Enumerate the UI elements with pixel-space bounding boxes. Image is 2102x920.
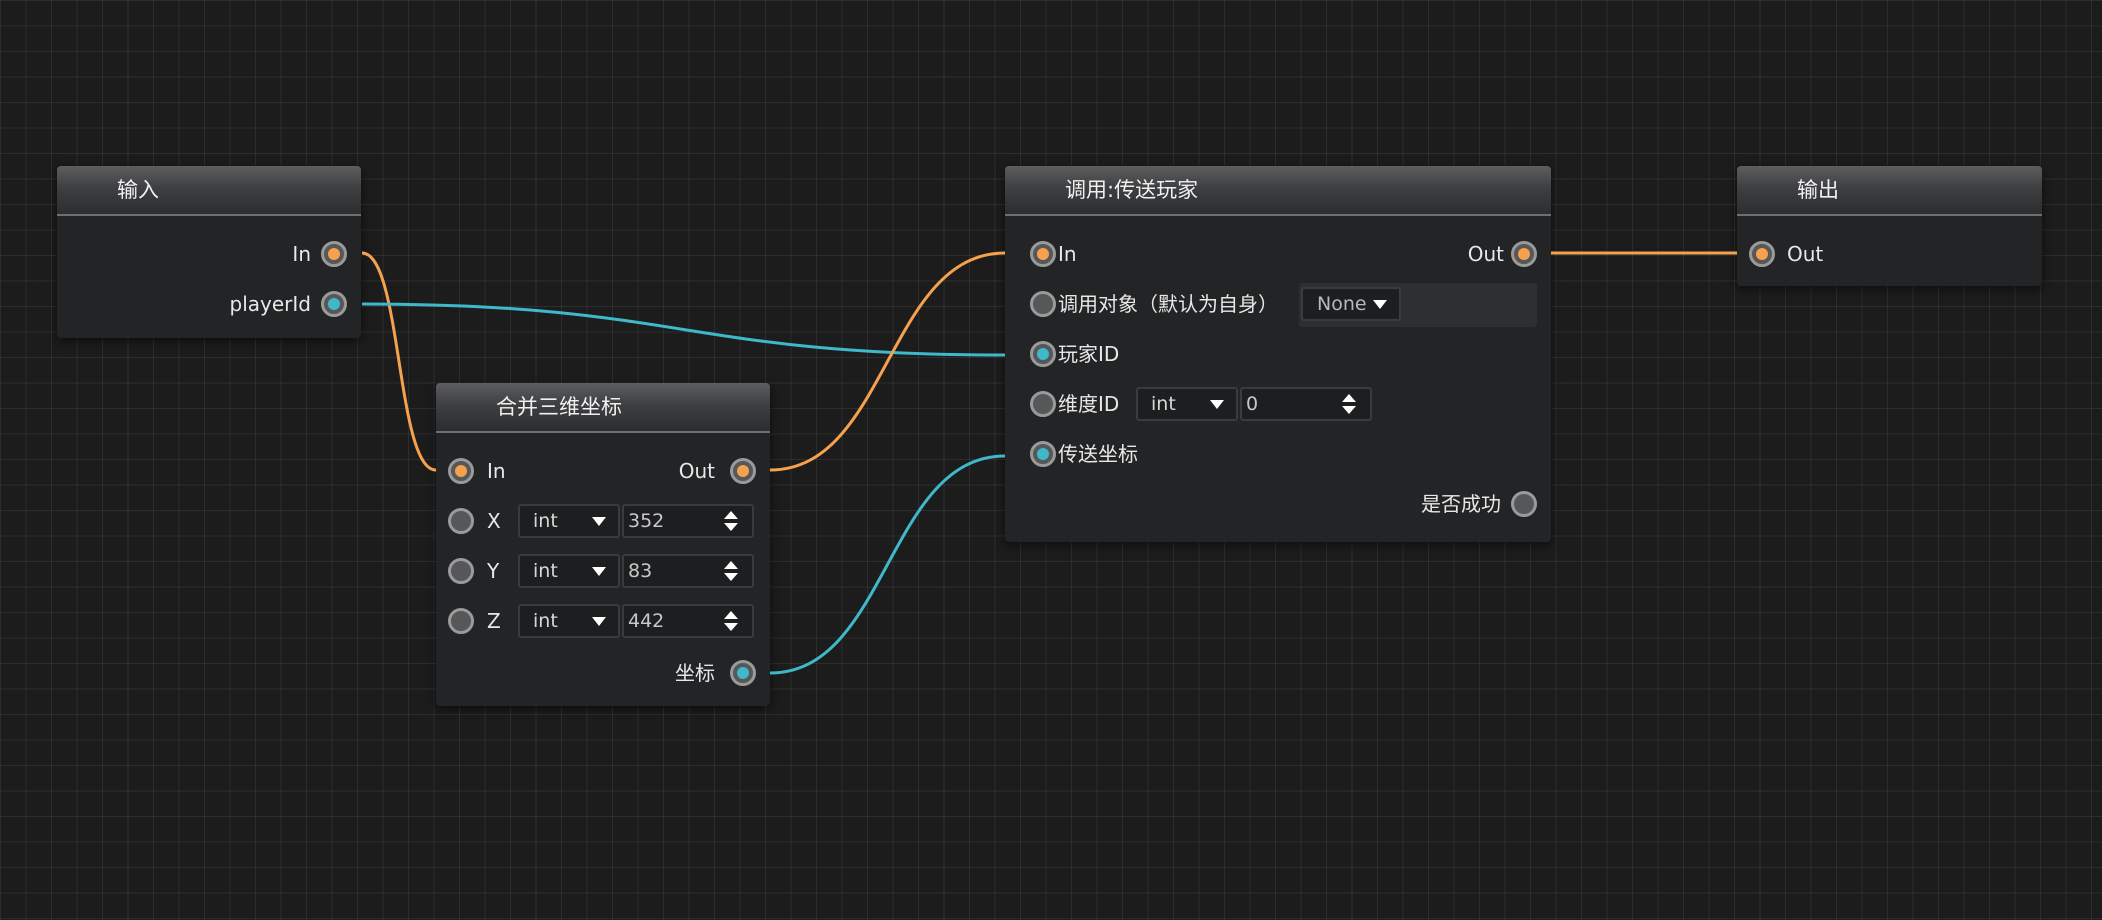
merge-row-y: Y int 83 [436, 551, 770, 591]
node-input[interactable]: 输入 In playerId [57, 166, 361, 338]
merge-in-label: In [487, 459, 506, 483]
call-target-port[interactable] [1030, 291, 1056, 317]
call-out-label: Out [1467, 242, 1504, 266]
chevron-down-icon [1373, 300, 1387, 309]
merge-x-value-input[interactable]: 352 [622, 504, 754, 538]
merge-coord-label: 坐标 [675, 661, 715, 685]
chevron-down-icon [1210, 400, 1224, 409]
merge-z-value: 442 [628, 610, 665, 632]
input-playerid-label: playerId [229, 292, 311, 316]
merge-row-io: In Out [436, 451, 770, 491]
call-target-select[interactable]: None [1301, 287, 1401, 321]
node-merge-title[interactable]: 合并三维坐标 [436, 383, 770, 433]
call-teleport-label: 传送坐标 [1058, 442, 1138, 466]
node-merge-coords[interactable]: 合并三维坐标 In Out X int 352 Y int 83 Z int 4… [436, 383, 770, 706]
input-row-in: In [57, 234, 361, 274]
merge-x-port[interactable] [448, 508, 474, 534]
input-in-label: In [292, 242, 311, 266]
merge-z-label: Z [487, 609, 501, 633]
merge-out-port[interactable] [730, 458, 756, 484]
call-dim-value-input[interactable]: 0 [1240, 387, 1372, 421]
call-row-teleport: 传送坐标 [1005, 434, 1551, 474]
node-call-teleport[interactable]: 调用:传送玩家 In Out 调用对象（默认为自身） None 玩家ID 维度I… [1005, 166, 1551, 542]
call-row-player: 玩家ID [1005, 334, 1551, 374]
chevron-down-icon [592, 517, 606, 526]
merge-row-coord: 坐标 [436, 653, 770, 693]
wire-input-in-to-merge-in[interactable] [361, 251, 437, 472]
call-row-dim: 维度ID int 0 [1005, 384, 1551, 424]
output-row-in: Out [1737, 234, 2042, 274]
call-out-port[interactable] [1511, 241, 1537, 267]
call-success-port[interactable] [1511, 491, 1537, 517]
node-output-title[interactable]: 输出 [1737, 166, 2042, 216]
merge-coord-port[interactable] [730, 660, 756, 686]
merge-y-type-select[interactable]: int [518, 554, 620, 588]
call-target-combo[interactable]: None [1299, 283, 1537, 327]
merge-y-value-input[interactable]: 83 [622, 554, 754, 588]
call-in-port[interactable] [1030, 241, 1056, 267]
merge-y-label: Y [487, 559, 500, 583]
output-in-label: Out [1787, 242, 1824, 266]
spinner-icon[interactable] [1342, 394, 1356, 414]
call-row-target: 调用对象（默认为自身） None [1005, 283, 1551, 327]
merge-x-value: 352 [628, 510, 665, 532]
wire-merge-coord-to-call-teleport[interactable] [769, 454, 1006, 675]
call-target-label: 调用对象（默认为自身） [1058, 292, 1278, 316]
output-in-port[interactable] [1749, 241, 1775, 267]
merge-z-port[interactable] [448, 608, 474, 634]
input-row-playerid: playerId [57, 284, 361, 324]
merge-z-type-value: int [533, 610, 558, 632]
wire-merge-out-to-call-in[interactable] [769, 251, 1006, 472]
spinner-icon[interactable] [724, 561, 738, 581]
spinner-icon[interactable] [724, 511, 738, 531]
merge-y-port[interactable] [448, 558, 474, 584]
merge-z-value-input[interactable]: 442 [622, 604, 754, 638]
merge-y-value: 83 [628, 560, 653, 582]
call-dim-type-select[interactable]: int [1136, 387, 1238, 421]
merge-x-label: X [487, 509, 501, 533]
wire-playerid-to-call-player[interactable] [361, 302, 1006, 357]
call-row-io: In Out [1005, 234, 1551, 274]
merge-row-z: Z int 442 [436, 601, 770, 641]
call-row-success: 是否成功 [1005, 484, 1551, 524]
merge-y-type-value: int [533, 560, 558, 582]
call-player-port[interactable] [1030, 341, 1056, 367]
merge-x-type-value: int [533, 510, 558, 532]
call-dim-port[interactable] [1030, 391, 1056, 417]
node-output[interactable]: 输出 Out [1737, 166, 2042, 286]
node-input-title[interactable]: 输入 [57, 166, 361, 216]
chevron-down-icon [592, 617, 606, 626]
merge-in-port[interactable] [448, 458, 474, 484]
call-dim-label: 维度ID [1058, 392, 1120, 416]
call-player-label: 玩家ID [1058, 342, 1120, 366]
graph-canvas[interactable]: 输入 In playerId 合并三维坐标 In Out X int 352 Y… [0, 0, 2102, 920]
merge-row-x: X int 352 [436, 501, 770, 541]
merge-x-type-select[interactable]: int [518, 504, 620, 538]
merge-out-label: Out [678, 459, 715, 483]
node-call-title[interactable]: 调用:传送玩家 [1005, 166, 1551, 216]
call-in-label: In [1058, 242, 1077, 266]
merge-z-type-select[interactable]: int [518, 604, 620, 638]
chevron-down-icon [592, 567, 606, 576]
input-in-port[interactable] [321, 241, 347, 267]
call-success-label: 是否成功 [1421, 492, 1501, 516]
call-dim-type-value: int [1151, 393, 1176, 415]
call-teleport-port[interactable] [1030, 441, 1056, 467]
spinner-icon[interactable] [724, 611, 738, 631]
call-dim-value: 0 [1246, 393, 1259, 415]
call-target-value: None [1317, 293, 1367, 315]
input-playerid-port[interactable] [321, 291, 347, 317]
